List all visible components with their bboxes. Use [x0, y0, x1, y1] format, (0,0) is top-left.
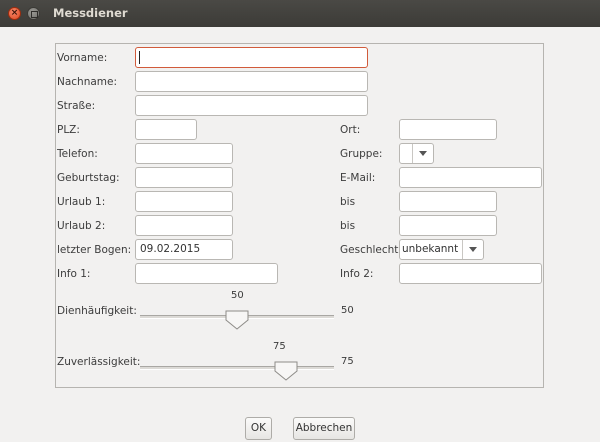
dienhaeufigkeit-value-label: 50 [231, 290, 244, 301]
label-bis1: bis [340, 196, 356, 208]
label-vorname: Vorname: [57, 52, 108, 64]
vorname-input[interactable] [135, 47, 368, 68]
ort-input[interactable] [399, 119, 497, 140]
urlaub2-von-input[interactable] [135, 215, 233, 236]
label-geschlecht: Geschlecht: [340, 244, 402, 256]
label-urlaub1: Urlaub 1: [57, 196, 106, 208]
zuverlaessigkeit-value-label: 75 [273, 341, 286, 352]
label-strasse: Straße: [57, 100, 96, 112]
title-bar: × Messdiener [0, 0, 600, 27]
zuverlaessigkeit-track[interactable] [140, 366, 334, 370]
chevron-down-icon[interactable] [462, 240, 483, 259]
label-email: E-Mail: [340, 172, 376, 184]
label-info1: Info 1: [57, 268, 91, 280]
label-plz: PLZ: [57, 124, 80, 136]
telefon-input[interactable] [135, 143, 233, 164]
label-ort: Ort: [340, 124, 361, 136]
geburtstag-input[interactable] [135, 167, 233, 188]
label-letzter-bogen: letzter Bogen: [57, 244, 132, 256]
label-bis2: bis [340, 220, 356, 232]
label-urlaub2: Urlaub 2: [57, 220, 106, 232]
cancel-button[interactable]: Abbrechen [293, 417, 355, 440]
label-info2: Info 2: [340, 268, 374, 280]
plz-input[interactable] [135, 119, 197, 140]
email-input[interactable] [399, 167, 542, 188]
close-icon[interactable]: × [8, 7, 21, 20]
zuverlaessigkeit-value: 75 [341, 356, 354, 367]
geschlecht-value: unbekannt [402, 243, 459, 255]
info1-input[interactable] [135, 263, 278, 284]
window-title: Messdiener [53, 6, 128, 20]
strasse-input[interactable] [135, 95, 368, 116]
nachname-input[interactable] [135, 71, 368, 92]
urlaub2-bis-input[interactable] [399, 215, 497, 236]
label-geburtstag: Geburtstag: [57, 172, 120, 184]
text-caret [139, 51, 140, 64]
urlaub1-von-input[interactable] [135, 191, 233, 212]
label-dienhaeufigkeit: Dienhäufigkeit: [57, 305, 137, 317]
slider-thumb-icon[interactable] [273, 361, 299, 381]
gruppe-select[interactable] [399, 143, 434, 164]
minimize-icon[interactable] [27, 7, 40, 20]
chevron-down-icon[interactable] [412, 144, 433, 163]
ok-button[interactable]: OK [245, 417, 272, 440]
dienhaeufigkeit-value: 50 [341, 305, 354, 316]
label-telefon: Telefon: [57, 148, 98, 160]
label-nachname: Nachname: [57, 76, 118, 88]
letzter-bogen-input[interactable]: 09.02.2015 [135, 239, 233, 260]
label-zuverlaessigkeit: Zuverlässigkeit: [57, 356, 141, 368]
geschlecht-select[interactable]: unbekannt [399, 239, 484, 260]
info2-input[interactable] [399, 263, 542, 284]
urlaub1-bis-input[interactable] [399, 191, 497, 212]
label-gruppe: Gruppe: [340, 148, 383, 160]
slider-thumb-icon[interactable] [224, 310, 250, 330]
